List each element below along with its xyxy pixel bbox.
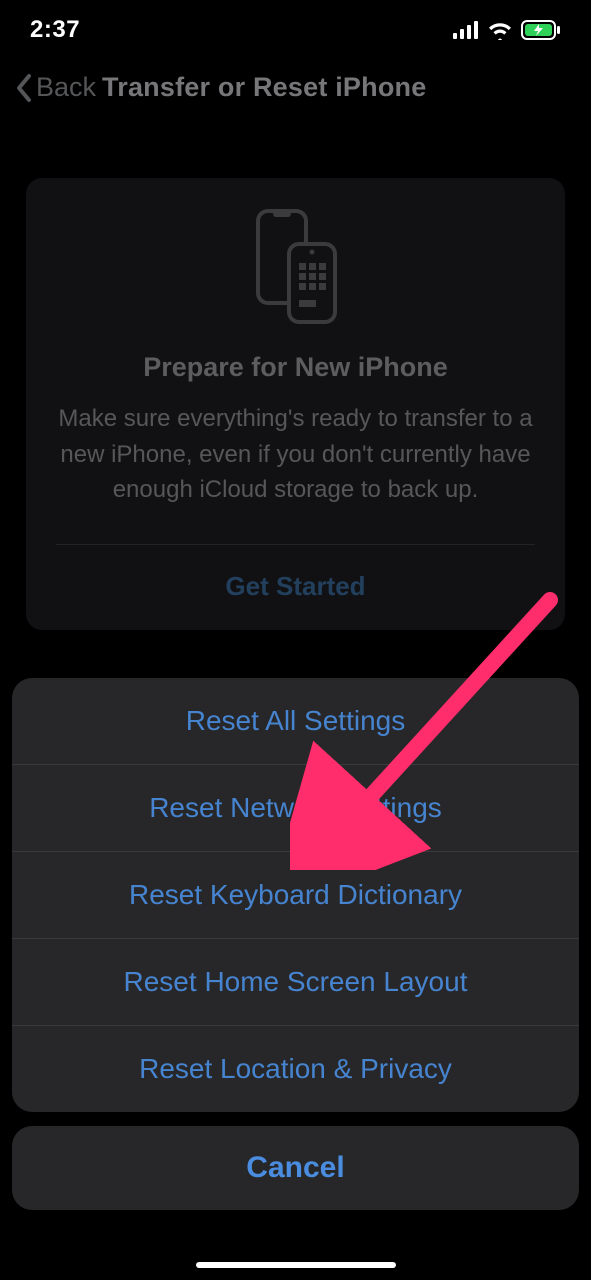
navigation-bar: Back Transfer or Reset iPhone (0, 72, 591, 103)
cellular-icon (453, 21, 479, 39)
reset-home-screen-layout-option[interactable]: Reset Home Screen Layout (12, 938, 579, 1025)
reset-network-settings-option[interactable]: Reset Network Settings (12, 764, 579, 851)
reset-all-settings-option[interactable]: Reset All Settings (12, 678, 579, 764)
card-description: Make sure everything's ready to transfer… (56, 401, 535, 508)
reset-location-privacy-option[interactable]: Reset Location & Privacy (12, 1025, 579, 1112)
cancel-button[interactable]: Cancel (12, 1126, 579, 1210)
reset-options-group: Reset All Settings Reset Network Setting… (12, 678, 579, 1112)
devices-icon (56, 208, 535, 324)
card-title: Prepare for New iPhone (56, 352, 535, 383)
status-icons (453, 20, 561, 40)
home-indicator[interactable] (196, 1262, 396, 1268)
prepare-card: Prepare for New iPhone Make sure everyth… (26, 178, 565, 630)
action-sheet: Reset All Settings Reset Network Setting… (12, 678, 579, 1210)
back-button[interactable]: Back (14, 72, 96, 103)
status-bar: 2:37 (0, 0, 591, 60)
wifi-icon (487, 20, 513, 40)
reset-keyboard-dictionary-option[interactable]: Reset Keyboard Dictionary (12, 851, 579, 938)
chevron-left-icon (14, 73, 34, 103)
page-title: Transfer or Reset iPhone (102, 72, 426, 103)
battery-charging-icon (521, 20, 561, 40)
get-started-button[interactable]: Get Started (56, 545, 535, 630)
back-label: Back (36, 72, 96, 103)
status-time: 2:37 (30, 16, 80, 44)
